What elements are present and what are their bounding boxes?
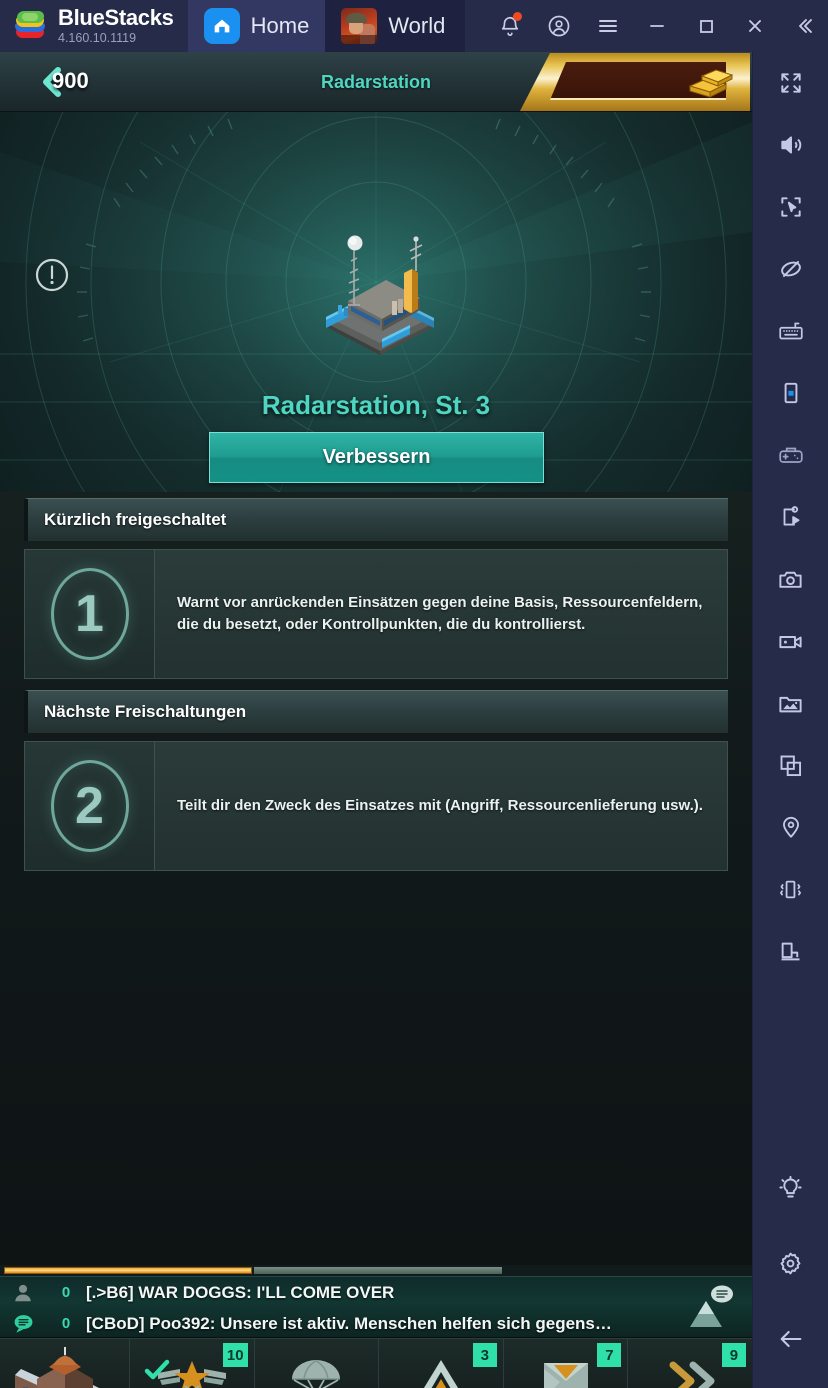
unlocks-content: Kürzlich freigeschaltet 1 Warnt vor anrü…: [0, 492, 752, 1267]
tab-home[interactable]: Home: [187, 0, 326, 52]
keyboard-controls-button[interactable]: [753, 300, 828, 362]
streaming-button[interactable]: [753, 920, 828, 982]
nav-item-allianz[interactable]: 3 ALLIANZ: [379, 1339, 504, 1388]
section-header-recent-label: Kürzlich freigeschaltet: [44, 510, 227, 529]
bluestacks-logo-icon: [14, 9, 48, 43]
radar-station-building[interactable]: [300, 227, 460, 357]
close-button[interactable]: [730, 0, 779, 52]
minimize-button[interactable]: [632, 0, 681, 52]
exclamation-circle-icon[interactable]: [34, 257, 70, 298]
unlock-card-2[interactable]: 2 Teilt dir den Zweck des Einsatzes mit …: [24, 741, 728, 871]
nav-badge-missionen: 10: [222, 1343, 248, 1367]
nav-badge-nachrichten: 7: [597, 1343, 622, 1367]
account-button[interactable]: [534, 0, 583, 52]
bluestacks-sidebar: [752, 52, 828, 1388]
bluestacks-version: 4.160.10.1119: [58, 31, 137, 46]
chat-count: 0: [61, 1315, 71, 1332]
unlock-card-2-level: 2: [25, 742, 155, 870]
notification-dot: [513, 12, 522, 21]
nav-badge-allianz: 3: [472, 1343, 497, 1367]
unlock-card-1-level: 1: [25, 550, 155, 678]
section-header-next: Nächste Freischaltungen: [24, 690, 728, 733]
double-chevron-right-icon: [661, 1355, 719, 1388]
collapse-sidebar-button[interactable]: [779, 0, 828, 52]
chat-row[interactable]: 0 [CBoD] Poo392: Unsere ist aktiv. Mensc…: [0, 1308, 752, 1337]
chat-bubble-icon: [0, 1312, 46, 1335]
upgrade-button[interactable]: Verbessern: [209, 432, 544, 483]
nav-item-mehr[interactable]: 9 MEHR: [628, 1339, 752, 1388]
tab-game[interactable]: World W: [325, 0, 466, 52]
chat-mountain-icon[interactable]: [684, 1283, 738, 1336]
chat-row[interactable]: 0 [.>B6] WAR DOGGS: I'LL COME OVER: [0, 1277, 752, 1308]
media-manager-button[interactable]: [753, 672, 828, 734]
shake-button[interactable]: [753, 858, 828, 920]
unlock-card-2-text: Teilt dir den Zweck des Einsatzes mit (A…: [177, 797, 703, 815]
game-viewport: Radarstation 900 Radarstation, St. 3 Ver…: [0, 52, 752, 1388]
headquarters-building-icon: [9, 1345, 121, 1388]
progress-track: [254, 1267, 502, 1274]
home-icon: [203, 8, 240, 44]
currency-value: 900: [52, 68, 89, 93]
section-header-recent: Kürzlich freigeschaltet: [24, 498, 728, 541]
bluestacks-brand: BlueStacks 4.160.10.1119: [0, 0, 188, 52]
record-button[interactable]: [753, 610, 828, 672]
parachute-icon: [286, 1357, 346, 1388]
game-header: Radarstation 900: [0, 52, 752, 112]
bluestacks-brand-name: BlueStacks: [58, 5, 174, 31]
unlock-card-1-text: Warnt vor anrückenden Einsätzen gegen de…: [177, 594, 703, 633]
eye-off-button[interactable]: [753, 238, 828, 300]
unlock-card-1[interactable]: 1 Warnt vor anrückenden Einsätzen gegen …: [24, 549, 728, 679]
multi-tap-button[interactable]: [753, 176, 828, 238]
building-hero-panel: Radarstation, St. 3 Verbessern Tipp: Ver…: [0, 112, 752, 492]
chat-panel[interactable]: 0 [.>B6] WAR DOGGS: I'LL COME OVER 0 [CB…: [0, 1276, 752, 1338]
alliance-triangle-icon: [413, 1355, 469, 1388]
nav-item-nachrichten[interactable]: 7 NACHR.: [504, 1339, 629, 1388]
level-ring-1: 1: [50, 568, 129, 660]
tips-button[interactable]: [753, 1156, 828, 1218]
nav-item-gegenstaende[interactable]: GEGENSTÄNDE: [255, 1339, 380, 1388]
check-icon: [144, 1359, 170, 1386]
tab-home-label: Home: [250, 13, 310, 38]
location-button[interactable]: [753, 796, 828, 858]
fullscreen-button[interactable]: [753, 52, 828, 114]
headquarters-button[interactable]: [0, 1339, 130, 1388]
macro-button[interactable]: [753, 486, 828, 548]
progress-strip: [0, 1265, 752, 1276]
game-app-icon: [341, 8, 378, 44]
multi-instance-button[interactable]: [753, 734, 828, 796]
level-ring-2: 2: [50, 760, 129, 852]
envelope-icon: [540, 1355, 592, 1388]
gold-bars-icon: [680, 64, 738, 102]
chat-message: [.>B6] WAR DOGGS: I'LL COME OVER: [86, 1282, 395, 1302]
menu-button[interactable]: [583, 0, 632, 52]
volume-button[interactable]: [753, 114, 828, 176]
settings-button[interactable]: [753, 1232, 828, 1294]
bluestacks-titlebar: BlueStacks 4.160.10.1119 Home World W: [0, 0, 828, 52]
rotate-button[interactable]: [753, 362, 828, 424]
progress-fill: [4, 1267, 252, 1274]
notifications-button[interactable]: [485, 0, 534, 52]
gamepad-button[interactable]: [753, 424, 828, 486]
building-name: Radarstation, St. 3: [261, 390, 491, 420]
back-button[interactable]: [753, 1308, 828, 1370]
titlebar-actions: [485, 0, 828, 52]
user-icon: [0, 1282, 46, 1304]
section-header-next-label: Nächste Freischaltungen: [44, 702, 247, 721]
nav-badge-mehr: 9: [721, 1343, 746, 1367]
chat-count: 0: [61, 1284, 71, 1301]
nav-item-missionen[interactable]: 10 MISSIONEN: [130, 1339, 255, 1388]
bottom-navigation: 10 MISSIONEN: [0, 1338, 752, 1388]
maximize-button[interactable]: [681, 0, 730, 52]
chat-message: [CBoD] Poo392: Unsere ist aktiv. Mensche…: [86, 1313, 612, 1333]
tab-game-label: World W: [388, 13, 449, 38]
screenshot-button[interactable]: [753, 548, 828, 610]
